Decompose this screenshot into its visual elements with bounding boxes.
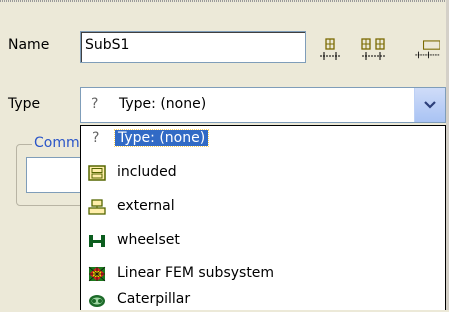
add-element-button[interactable] xyxy=(316,36,344,64)
type-select[interactable]: ? Type: (none) xyxy=(80,87,446,123)
wheelset-icon xyxy=(89,235,105,247)
type-option-included[interactable]: included xyxy=(85,163,445,185)
comments-field[interactable] xyxy=(26,157,88,193)
type-dropdown-list: ? Type: (none) included external wheelse… xyxy=(80,125,446,310)
type-option-none[interactable]: ? Type: (none) xyxy=(85,129,445,151)
option-label: Type: (none) xyxy=(113,129,210,147)
dotted-separator xyxy=(0,0,449,2)
question-icon: ? xyxy=(92,130,100,146)
option-label: wheelset xyxy=(117,232,180,248)
add-multiple-button[interactable] xyxy=(360,36,388,64)
type-option-linear-fem[interactable]: Linear FEM subsystem xyxy=(85,264,445,286)
type-option-caterpillar[interactable]: Caterpillar xyxy=(85,290,445,312)
add-element-alt-button[interactable] xyxy=(412,36,446,64)
name-label: Name xyxy=(8,37,50,53)
add-multiple-icon xyxy=(361,38,386,60)
type-select-value: Type: (none) xyxy=(119,96,207,112)
option-label: external xyxy=(117,198,175,214)
type-option-external[interactable]: external xyxy=(85,197,445,219)
comments-legend: Comm xyxy=(32,135,82,151)
type-label: Type xyxy=(8,96,41,112)
external-icon xyxy=(88,199,106,215)
option-label: Caterpillar xyxy=(117,291,191,307)
add-element-alt-icon xyxy=(415,40,440,59)
question-icon: ? xyxy=(91,96,99,112)
caterpillar-icon xyxy=(89,295,105,307)
name-input[interactable]: SubS1 xyxy=(80,31,306,63)
dropdown-button[interactable] xyxy=(414,88,445,122)
add-element-icon xyxy=(320,38,340,60)
chevron-down-icon xyxy=(424,101,436,109)
option-label: Linear FEM subsystem xyxy=(117,265,275,281)
fem-subsystem-icon xyxy=(88,266,106,282)
included-icon xyxy=(88,165,106,181)
type-option-wheelset[interactable]: wheelset xyxy=(85,231,445,253)
option-label: included xyxy=(117,164,177,180)
